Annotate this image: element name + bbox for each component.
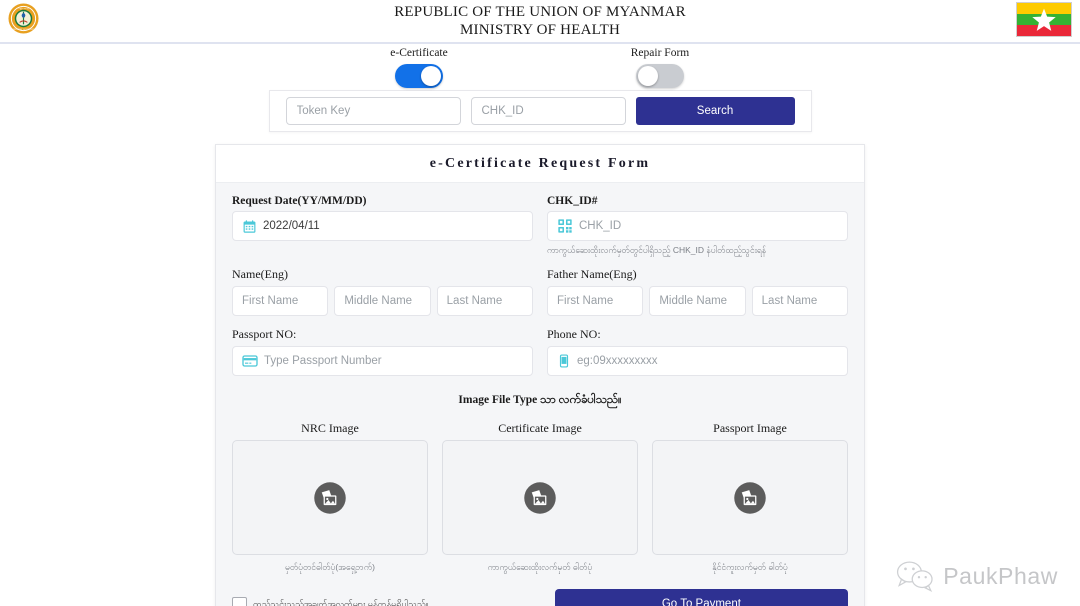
chk-id-input[interactable]: CHK_ID <box>547 211 848 241</box>
form-row-names: Name(Eng) First Name Middle Name Last Na… <box>232 267 848 316</box>
chk-id-label: CHK_ID# <box>547 195 598 207</box>
token-key-input[interactable] <box>285 97 461 125</box>
passport-no-placeholder: Type Passport Number <box>264 355 382 367</box>
upload-certificate-image: Certificate Image ကာကွယ်ဆေးထိုးလက်မှတ် ဓ… <box>442 421 638 573</box>
mode-toggle-row: e-Certificate Repair Form <box>0 44 1080 90</box>
toggle-group-ecertificate: e-Certificate <box>373 47 465 88</box>
form-card-wrapper: e-Certificate Request Form Request Date(… <box>0 144 1080 606</box>
go-to-payment-button[interactable]: Go To Payment <box>554 589 848 606</box>
toggle-label-repair-form: Repair Form <box>630 47 690 59</box>
toggle-group-repair-form: Repair Form <box>614 47 706 88</box>
placeholder-text: Middle Name <box>344 295 413 307</box>
chk-id-helper-text: ကာကွယ်ဆေးထိုးလက်မှတ်တွင်ပါရှိသည့် CHK_ID… <box>547 245 767 255</box>
image-upload-icon <box>314 481 346 514</box>
upload-passport-image: Passport Image နိုင်ငံကူးလက်မှတ် ဓါတ်ပုံ <box>652 421 848 573</box>
upload-caption: ကာကွယ်ဆေးထိုးလက်မှတ် ဓါတ်ပုံ <box>487 562 593 572</box>
file-type-note: Image File Type သာ လက်ခံပါသည်။ <box>458 394 622 406</box>
father-name-middle-input[interactable]: Middle Name <box>649 286 746 316</box>
father-name-last-input[interactable]: Last Name <box>751 286 848 316</box>
chk-id-group: CHK_ID# CHK_ID ကာကွယ်ဆေးထိုးလက်မှတ်တွင်ပ… <box>547 195 848 256</box>
form-row-passport-phone: Passport NO: Type Passport Number Phone … <box>232 327 848 376</box>
upload-caption: နိုင်ငံကူးလက်မှတ် ဓါတ်ပုံ <box>712 562 788 572</box>
name-eng-label: Name(Eng) <box>232 267 288 281</box>
request-date-value: 2022/04/11 <box>263 220 320 232</box>
passport-image-dropzone[interactable] <box>652 440 848 555</box>
calendar-icon <box>243 219 256 233</box>
upload-section: NRC Image မှတ်ပုံတင်ဓါတ်ပုံ(အရှေ့ဘက်) Ce… <box>232 421 848 573</box>
confirm-checkbox-area[interactable]: ထည့်သွင်းသည့်အချက်အလက်များ မှန်ကန်မှုရှိ… <box>232 596 545 606</box>
header-titles: REPUBLIC OF THE UNION OF MYANMAR MINISTR… <box>394 4 686 39</box>
father-name-eng-fields: First Name Middle Name Last Name <box>547 286 848 316</box>
toggle-knob <box>421 66 441 86</box>
form-title: e-Certificate Request Form <box>429 156 651 171</box>
chat-bubbles-icon <box>897 561 933 592</box>
chk-id-search-input[interactable] <box>470 97 626 125</box>
form-card-body: Request Date(YY/MM/DD) 2022/04/11 CHK_ID… <box>216 183 864 606</box>
toggle-repair-form[interactable] <box>636 64 684 88</box>
watermark-text: PaukPhaw <box>943 562 1058 589</box>
father-name-eng-group: Father Name(Eng) First Name Middle Name … <box>547 267 848 316</box>
ministry-of-health-seal-icon: ကျန်းမာရေး MINISTRY OF HEALTH <box>8 3 39 34</box>
upload-title: Passport Image <box>713 421 787 435</box>
placeholder-text: Middle Name <box>659 295 728 307</box>
mobile-phone-icon <box>559 354 569 368</box>
name-eng-fields: First Name Middle Name Last Name <box>232 286 533 316</box>
chk-id-placeholder: CHK_ID <box>579 220 622 232</box>
name-last-input[interactable]: Last Name <box>436 286 533 316</box>
upload-caption: မှတ်ပုံတင်ဓါတ်ပုံ(အရှေ့ဘက်) <box>285 562 375 572</box>
name-eng-group: Name(Eng) First Name Middle Name Last Na… <box>232 267 533 316</box>
upload-nrc-image: NRC Image မှတ်ပုံတင်ဓါတ်ပုံ(အရှေ့ဘက်) <box>232 421 428 573</box>
form-footer: ထည့်သွင်းသည့်အချက်အလက်များ မှန်ကန်မှုရှိ… <box>232 589 848 606</box>
request-date-label: Request Date(YY/MM/DD) <box>232 195 367 207</box>
nrc-image-dropzone[interactable] <box>232 440 428 555</box>
form-card-header: e-Certificate Request Form <box>216 145 864 183</box>
paukphaw-watermark: PaukPhaw <box>896 560 1058 592</box>
toggle-knob <box>638 66 658 86</box>
passport-no-input[interactable]: Type Passport Number <box>232 346 533 376</box>
phone-no-group: Phone NO: eg:09xxxxxxxxx <box>547 327 848 376</box>
image-upload-icon <box>524 481 556 514</box>
search-bar: Search <box>268 90 812 132</box>
search-button[interactable]: Search <box>635 97 795 125</box>
placeholder-text: Last Name <box>446 295 503 307</box>
phone-no-label: Phone NO: <box>547 327 601 341</box>
form-row-date-chkid: Request Date(YY/MM/DD) 2022/04/11 CHK_ID… <box>232 195 848 256</box>
placeholder-text: Last Name <box>761 295 818 307</box>
father-name-first-input[interactable]: First Name <box>547 286 644 316</box>
image-upload-icon <box>734 481 766 514</box>
request-date-input[interactable]: 2022/04/11 <box>232 211 533 241</box>
card-icon <box>242 355 258 367</box>
passport-no-group: Passport NO: Type Passport Number <box>232 327 533 376</box>
header-line-2: MINISTRY OF HEALTH <box>459 21 620 38</box>
toggle-label-ecertificate: e-Certificate <box>390 47 448 59</box>
phone-no-placeholder: eg:09xxxxxxxxx <box>577 355 658 367</box>
myanmar-flag-icon <box>1016 2 1072 37</box>
phone-no-input[interactable]: eg:09xxxxxxxxx <box>547 346 848 376</box>
page-header: ကျန်းမာရေး MINISTRY OF HEALTH REPUBLIC O… <box>0 0 1080 44</box>
name-middle-input[interactable]: Middle Name <box>334 286 431 316</box>
ecertificate-request-form-card: e-Certificate Request Form Request Date(… <box>215 144 865 606</box>
passport-no-label: Passport NO: <box>232 327 297 341</box>
upload-title: Certificate Image <box>498 421 582 435</box>
request-date-group: Request Date(YY/MM/DD) 2022/04/11 <box>232 195 533 256</box>
father-name-eng-label: Father Name(Eng) <box>547 267 637 281</box>
search-bar-wrapper: Search <box>0 90 1080 132</box>
flag-star-icon <box>1032 8 1056 31</box>
certificate-image-dropzone[interactable] <box>442 440 638 555</box>
qr-code-icon <box>558 219 572 233</box>
upload-title: NRC Image <box>301 421 359 435</box>
name-first-input[interactable]: First Name <box>232 286 329 316</box>
confirm-checkbox-label: ထည့်သွင်းသည့်အချက်အလက်များ မှန်ကန်မှုရှိ… <box>253 599 429 606</box>
toggle-ecertificate[interactable] <box>395 64 443 88</box>
placeholder-text: First Name <box>242 295 299 307</box>
confirm-checkbox[interactable] <box>232 596 247 606</box>
header-line-1: REPUBLIC OF THE UNION OF MYANMAR <box>394 3 686 20</box>
placeholder-text: First Name <box>557 295 614 307</box>
